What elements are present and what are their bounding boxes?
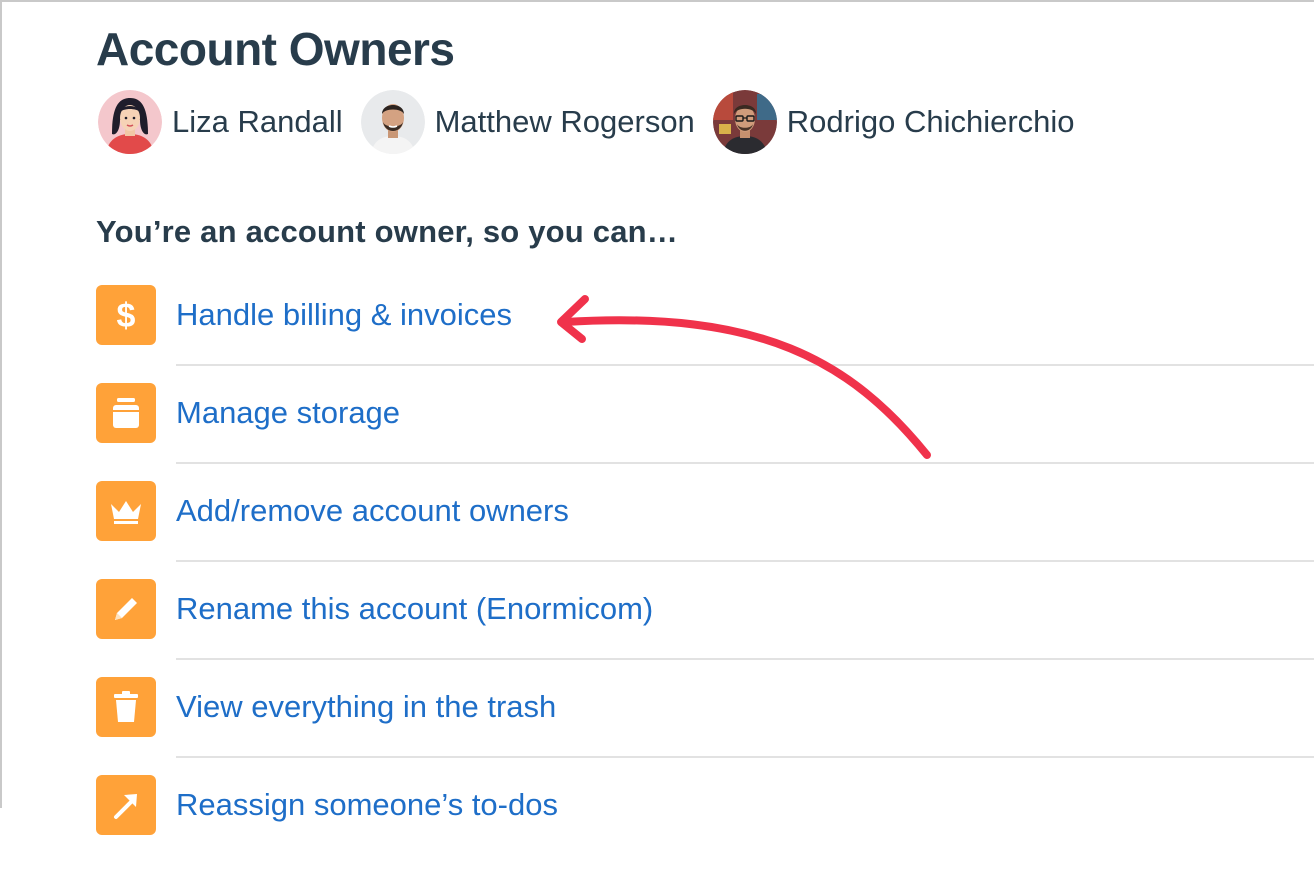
permissions-heading: You’re an account owner, so you can… [96, 214, 678, 249]
reassign-link[interactable]: Reassign someone’s to-dos [176, 775, 558, 835]
trash-icon[interactable] [96, 677, 156, 737]
trash-link[interactable]: View everything in the trash [176, 677, 556, 737]
pencil-icon[interactable] [96, 579, 156, 639]
permission-item-reassign: Reassign someone’s to-dos [96, 775, 1314, 873]
divider [176, 560, 1314, 562]
permission-item-rename: Rename this account (Enormicom) [96, 579, 1314, 677]
woman-avatar [98, 90, 162, 154]
owners-link[interactable]: Add/remove account owners [176, 481, 569, 541]
permission-item-storage: Manage storage [96, 383, 1314, 481]
divider [176, 364, 1314, 366]
owner-matthew-rogerson[interactable]: Matthew Rogerson [360, 90, 695, 154]
crown-icon[interactable] [96, 481, 156, 541]
man-avatar [360, 90, 425, 154]
permission-item-owners: Add/remove account owners [96, 481, 1314, 579]
permission-item-trash: View everything in the trash [96, 677, 1314, 775]
reassign-arrow-icon[interactable] [96, 775, 156, 835]
billing-link[interactable]: Handle billing & invoices [176, 285, 512, 345]
storage-box-icon[interactable] [96, 383, 156, 443]
permission-item-billing: $ Handle billing & invoices [96, 285, 1314, 383]
permissions-list: $ Handle billing & invoices Manage stora… [96, 285, 1314, 873]
owner-name: Rodrigo Chichierchio [786, 104, 1075, 139]
owner-name: Matthew Rogerson [434, 104, 695, 139]
man-glasses-avatar [712, 90, 777, 154]
divider [176, 756, 1314, 758]
owner-name: Liza Randall [172, 104, 343, 139]
owner-liza-randall[interactable]: Liza Randall [98, 90, 343, 154]
owner-rodrigo-chichierchio[interactable]: Rodrigo Chichierchio [712, 90, 1075, 154]
divider [176, 658, 1314, 660]
page-title: Account Owners [96, 23, 455, 75]
dollar-icon[interactable]: $ [96, 285, 156, 345]
rename-link[interactable]: Rename this account (Enormicom) [176, 579, 653, 639]
svg-text:$: $ [117, 297, 136, 333]
divider [176, 462, 1314, 464]
storage-link[interactable]: Manage storage [176, 383, 400, 443]
account-owners-list: Liza Randall Matthew Rogerson Rodrigo Ch… [98, 89, 1093, 155]
